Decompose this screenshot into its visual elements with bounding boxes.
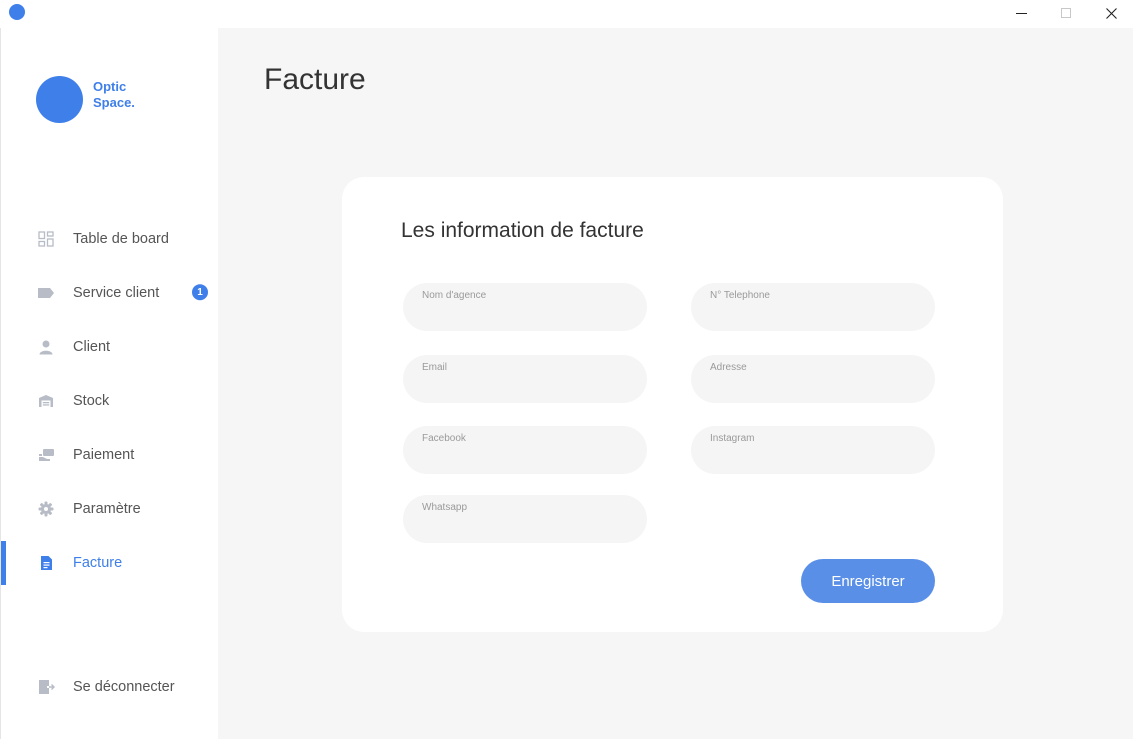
field-placeholder: Nom d'agence [422,290,487,301]
field-placeholder: Whatsapp [422,502,468,513]
email-field[interactable]: Email [403,355,647,403]
sidebar-item-client[interactable]: Client [1,325,219,369]
sidebar-item-label: Paiement [73,447,135,463]
sidebar-item-label: Paramètre [73,501,141,517]
sidebar-item-label: Facture [73,555,123,571]
sidebar-item-label: Service client [73,285,160,301]
sidebar-item-facture[interactable]: Facture [1,541,219,585]
warehouse-icon [37,392,55,410]
notification-badge: 1 [192,284,208,301]
payment-icon [37,446,55,464]
field-placeholder: N° Telephone [710,290,770,301]
person-icon [37,338,55,356]
brand-line-2: Space. [93,95,135,110]
invoice-info-card: Les information de facture Nom d'agence … [342,177,1003,632]
tag-icon [37,284,55,302]
agency-name-field[interactable]: Nom d'agence [403,283,647,331]
whatsapp-field[interactable]: Whatsapp [403,495,647,543]
phone-field[interactable]: N° Telephone [691,283,935,331]
save-button[interactable]: Enregistrer [801,559,935,603]
sidebar: Optic Space. Table de board Service clie… [0,28,218,739]
close-button[interactable] [1088,0,1133,26]
sidebar-item-parametre[interactable]: Paramètre [1,487,219,531]
sidebar-item-label: Stock [73,393,110,409]
close-icon [1105,7,1117,19]
brand-line-1: Optic [93,79,127,94]
address-field[interactable]: Adresse [691,355,935,403]
brand-name: Optic Space. [93,79,135,111]
dashboard-icon [37,230,55,248]
logout-icon [37,678,55,696]
facebook-field[interactable]: Facebook [403,426,647,474]
logout-button[interactable]: Se déconnecter [1,665,219,709]
invoice-icon [37,554,55,572]
field-placeholder: Instagram [710,433,755,444]
active-indicator [1,541,6,585]
minimize-icon [1015,12,1027,14]
minimize-button[interactable] [998,0,1044,26]
instagram-field[interactable]: Instagram [691,426,935,474]
gear-icon [37,500,55,518]
main-content: Facture Les information de facture Nom d… [218,28,1133,739]
page-title: Facture [264,63,366,96]
maximize-button[interactable] [1043,0,1089,26]
maximize-icon [1061,8,1071,18]
sidebar-item-service-client[interactable]: Service client 1 [1,271,219,315]
sidebar-item-stock[interactable]: Stock [1,379,219,423]
field-placeholder: Email [422,362,448,373]
sidebar-item-label: Table de board [73,231,169,247]
field-placeholder: Adresse [710,362,747,373]
form-title: Les information de facture [401,219,644,242]
logout-label: Se déconnecter [73,679,175,695]
field-placeholder: Facebook [422,433,466,444]
logo [36,76,83,123]
app-icon [9,4,25,20]
title-bar [0,0,1133,28]
sidebar-item-paiement[interactable]: Paiement [1,433,219,477]
sidebar-item-table-de-board[interactable]: Table de board [1,217,219,261]
sidebar-item-label: Client [73,339,111,355]
